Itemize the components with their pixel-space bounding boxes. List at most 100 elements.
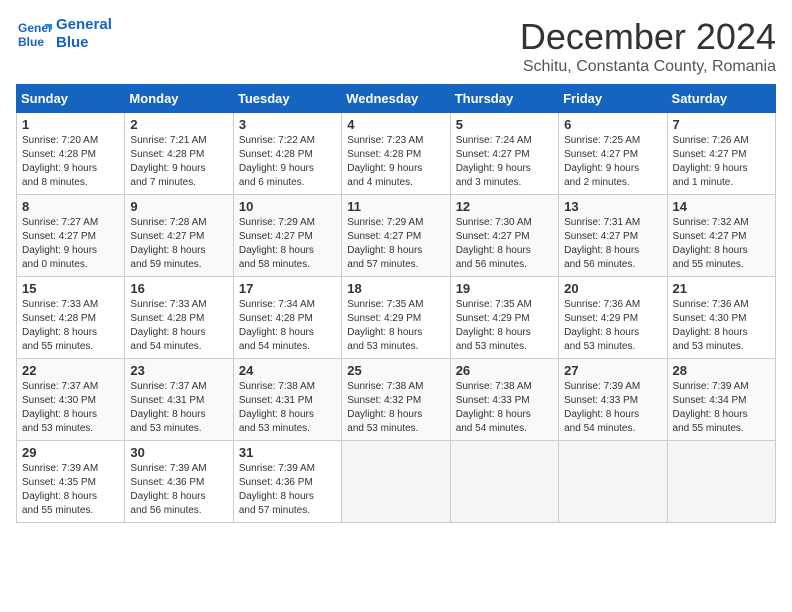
day-details: Sunrise: 7:39 AMSunset: 4:33 PMDaylight:… (564, 380, 661, 436)
day-cell-1: 1 Sunrise: 7:20 AMSunset: 4:28 PMDaylight… (17, 113, 125, 195)
day-details: Sunrise: 7:33 AMSunset: 4:28 PMDaylight:… (130, 298, 227, 354)
day-number: 29 (22, 445, 119, 460)
day-cell-30: 30 Sunrise: 7:39 AMSunset: 4:36 PMDayligh… (125, 441, 233, 523)
empty-cell (667, 441, 775, 523)
calendar-week-4: 22 Sunrise: 7:37 AMSunset: 4:30 PMDayligh… (17, 359, 776, 441)
day-details: Sunrise: 7:37 AMSunset: 4:30 PMDaylight:… (22, 380, 119, 436)
day-details: Sunrise: 7:25 AMSunset: 4:27 PMDaylight:… (564, 134, 661, 190)
day-cell-15: 15 Sunrise: 7:33 AMSunset: 4:28 PMDayligh… (17, 277, 125, 359)
column-header-saturday: Saturday (667, 85, 775, 113)
logo-general: General (56, 16, 112, 34)
day-number: 15 (22, 281, 119, 296)
day-cell-9: 9Sunrise: 7:28 AMSunset: 4:27 PMDaylight… (125, 195, 233, 277)
day-details: Sunrise: 7:39 AMSunset: 4:35 PMDaylight:… (22, 462, 119, 518)
day-cell-29: 29 Sunrise: 7:39 AMSunset: 4:35 PMDayligh… (17, 441, 125, 523)
day-cell-27: 27 Sunrise: 7:39 AMSunset: 4:33 PMDayligh… (559, 359, 667, 441)
day-number: 8 (22, 199, 119, 214)
day-details: Sunrise: 7:32 AMSunset: 4:27 PMDaylight:… (673, 216, 770, 272)
day-details: Sunrise: 7:33 AMSunset: 4:28 PMDaylight:… (22, 298, 119, 354)
day-number: 2 (130, 117, 227, 132)
calendar-week-3: 15 Sunrise: 7:33 AMSunset: 4:28 PMDayligh… (17, 277, 776, 359)
day-cell-4: 4 Sunrise: 7:23 AMSunset: 4:28 PMDaylight… (342, 113, 450, 195)
day-number: 11 (347, 199, 444, 214)
day-cell-19: 19 Sunrise: 7:35 AMSunset: 4:29 PMDayligh… (450, 277, 558, 359)
day-number: 1 (22, 117, 119, 132)
day-details: Sunrise: 7:26 AMSunset: 4:27 PMDaylight:… (673, 134, 770, 190)
day-details: Sunrise: 7:36 AMSunset: 4:29 PMDaylight:… (564, 298, 661, 354)
day-cell-5: 5Sunrise: 7:24 AMSunset: 4:27 PMDaylight… (450, 113, 558, 195)
day-details: Sunrise: 7:35 AMSunset: 4:29 PMDaylight:… (456, 298, 553, 354)
day-details: Sunrise: 7:29 AMSunset: 4:27 PMDaylight:… (347, 216, 444, 272)
column-header-monday: Monday (125, 85, 233, 113)
day-cell-23: 23Sunrise: 7:37 AMSunset: 4:31 PMDayligh… (125, 359, 233, 441)
day-details: Sunrise: 7:23 AMSunset: 4:28 PMDaylight:… (347, 134, 444, 190)
day-details: Sunrise: 7:34 AMSunset: 4:28 PMDaylight:… (239, 298, 336, 354)
day-details: Sunrise: 7:20 AMSunset: 4:28 PMDaylight:… (22, 134, 119, 190)
day-number: 9 (130, 199, 227, 214)
day-number: 6 (564, 117, 661, 132)
day-number: 14 (673, 199, 770, 214)
day-cell-13: 13 Sunrise: 7:31 AMSunset: 4:27 PMDayligh… (559, 195, 667, 277)
day-details: Sunrise: 7:21 AMSunset: 4:28 PMDaylight:… (130, 134, 227, 190)
day-details: Sunrise: 7:35 AMSunset: 4:29 PMDaylight:… (347, 298, 444, 354)
logo: General Blue General Blue (16, 16, 112, 52)
logo-icon: General Blue (16, 16, 52, 52)
day-cell-8: 8 Sunrise: 7:27 AMSunset: 4:27 PMDaylight… (17, 195, 125, 277)
day-cell-10: 10Sunrise: 7:29 AMSunset: 4:27 PMDayligh… (233, 195, 341, 277)
day-cell-14: 14 Sunrise: 7:32 AMSunset: 4:27 PMDayligh… (667, 195, 775, 277)
day-cell-31: 31Sunrise: 7:39 AMSunset: 4:36 PMDayligh… (233, 441, 341, 523)
day-cell-18: 18 Sunrise: 7:35 AMSunset: 4:29 PMDayligh… (342, 277, 450, 359)
day-number: 24 (239, 363, 336, 378)
calendar-week-2: 8 Sunrise: 7:27 AMSunset: 4:27 PMDaylight… (17, 195, 776, 277)
day-cell-22: 22 Sunrise: 7:37 AMSunset: 4:30 PMDayligh… (17, 359, 125, 441)
day-details: Sunrise: 7:27 AMSunset: 4:27 PMDaylight:… (22, 216, 119, 272)
day-number: 4 (347, 117, 444, 132)
svg-text:General: General (18, 21, 52, 35)
day-number: 18 (347, 281, 444, 296)
day-number: 28 (673, 363, 770, 378)
day-number: 31 (239, 445, 336, 460)
day-number: 17 (239, 281, 336, 296)
day-cell-26: 26Sunrise: 7:38 AMSunset: 4:33 PMDayligh… (450, 359, 558, 441)
day-details: Sunrise: 7:31 AMSunset: 4:27 PMDaylight:… (564, 216, 661, 272)
day-number: 30 (130, 445, 227, 460)
day-cell-2: 2 Sunrise: 7:21 AMSunset: 4:28 PMDaylight… (125, 113, 233, 195)
day-number: 13 (564, 199, 661, 214)
day-number: 19 (456, 281, 553, 296)
day-details: Sunrise: 7:22 AMSunset: 4:28 PMDaylight:… (239, 134, 336, 190)
day-cell-6: 6 Sunrise: 7:25 AMSunset: 4:27 PMDaylight… (559, 113, 667, 195)
day-cell-24: 24Sunrise: 7:38 AMSunset: 4:31 PMDayligh… (233, 359, 341, 441)
month-title: December 2024 (520, 16, 776, 58)
day-cell-20: 20 Sunrise: 7:36 AMSunset: 4:29 PMDayligh… (559, 277, 667, 359)
day-details: Sunrise: 7:39 AMSunset: 4:36 PMDaylight:… (130, 462, 227, 518)
svg-text:Blue: Blue (18, 35, 44, 49)
day-number: 3 (239, 117, 336, 132)
column-header-wednesday: Wednesday (342, 85, 450, 113)
day-details: Sunrise: 7:37 AMSunset: 4:31 PMDaylight:… (130, 380, 227, 436)
column-header-tuesday: Tuesday (233, 85, 341, 113)
day-number: 22 (22, 363, 119, 378)
day-number: 27 (564, 363, 661, 378)
title-area: December 2024 Schitu, Constanta County, … (520, 16, 776, 76)
day-cell-7: 7Sunrise: 7:26 AMSunset: 4:27 PMDaylight… (667, 113, 775, 195)
column-header-friday: Friday (559, 85, 667, 113)
empty-cell (342, 441, 450, 523)
day-details: Sunrise: 7:24 AMSunset: 4:27 PMDaylight:… (456, 134, 553, 190)
day-cell-12: 12Sunrise: 7:30 AMSunset: 4:27 PMDayligh… (450, 195, 558, 277)
location-title: Schitu, Constanta County, Romania (520, 58, 776, 76)
day-cell-28: 28Sunrise: 7:39 AMSunset: 4:34 PMDayligh… (667, 359, 775, 441)
day-cell-17: 17 Sunrise: 7:34 AMSunset: 4:28 PMDayligh… (233, 277, 341, 359)
day-number: 21 (673, 281, 770, 296)
day-number: 12 (456, 199, 553, 214)
page-header: General Blue General Blue December 2024 … (16, 16, 776, 76)
day-cell-3: 3 Sunrise: 7:22 AMSunset: 4:28 PMDaylight… (233, 113, 341, 195)
day-cell-11: 11 Sunrise: 7:29 AMSunset: 4:27 PMDayligh… (342, 195, 450, 277)
calendar-table: SundayMondayTuesdayWednesdayThursdayFrid… (16, 84, 776, 523)
header-row: SundayMondayTuesdayWednesdayThursdayFrid… (17, 85, 776, 113)
empty-cell (450, 441, 558, 523)
day-number: 20 (564, 281, 661, 296)
column-header-sunday: Sunday (17, 85, 125, 113)
empty-cell (559, 441, 667, 523)
day-cell-25: 25Sunrise: 7:38 AMSunset: 4:32 PMDayligh… (342, 359, 450, 441)
day-details: Sunrise: 7:29 AMSunset: 4:27 PMDaylight:… (239, 216, 336, 272)
